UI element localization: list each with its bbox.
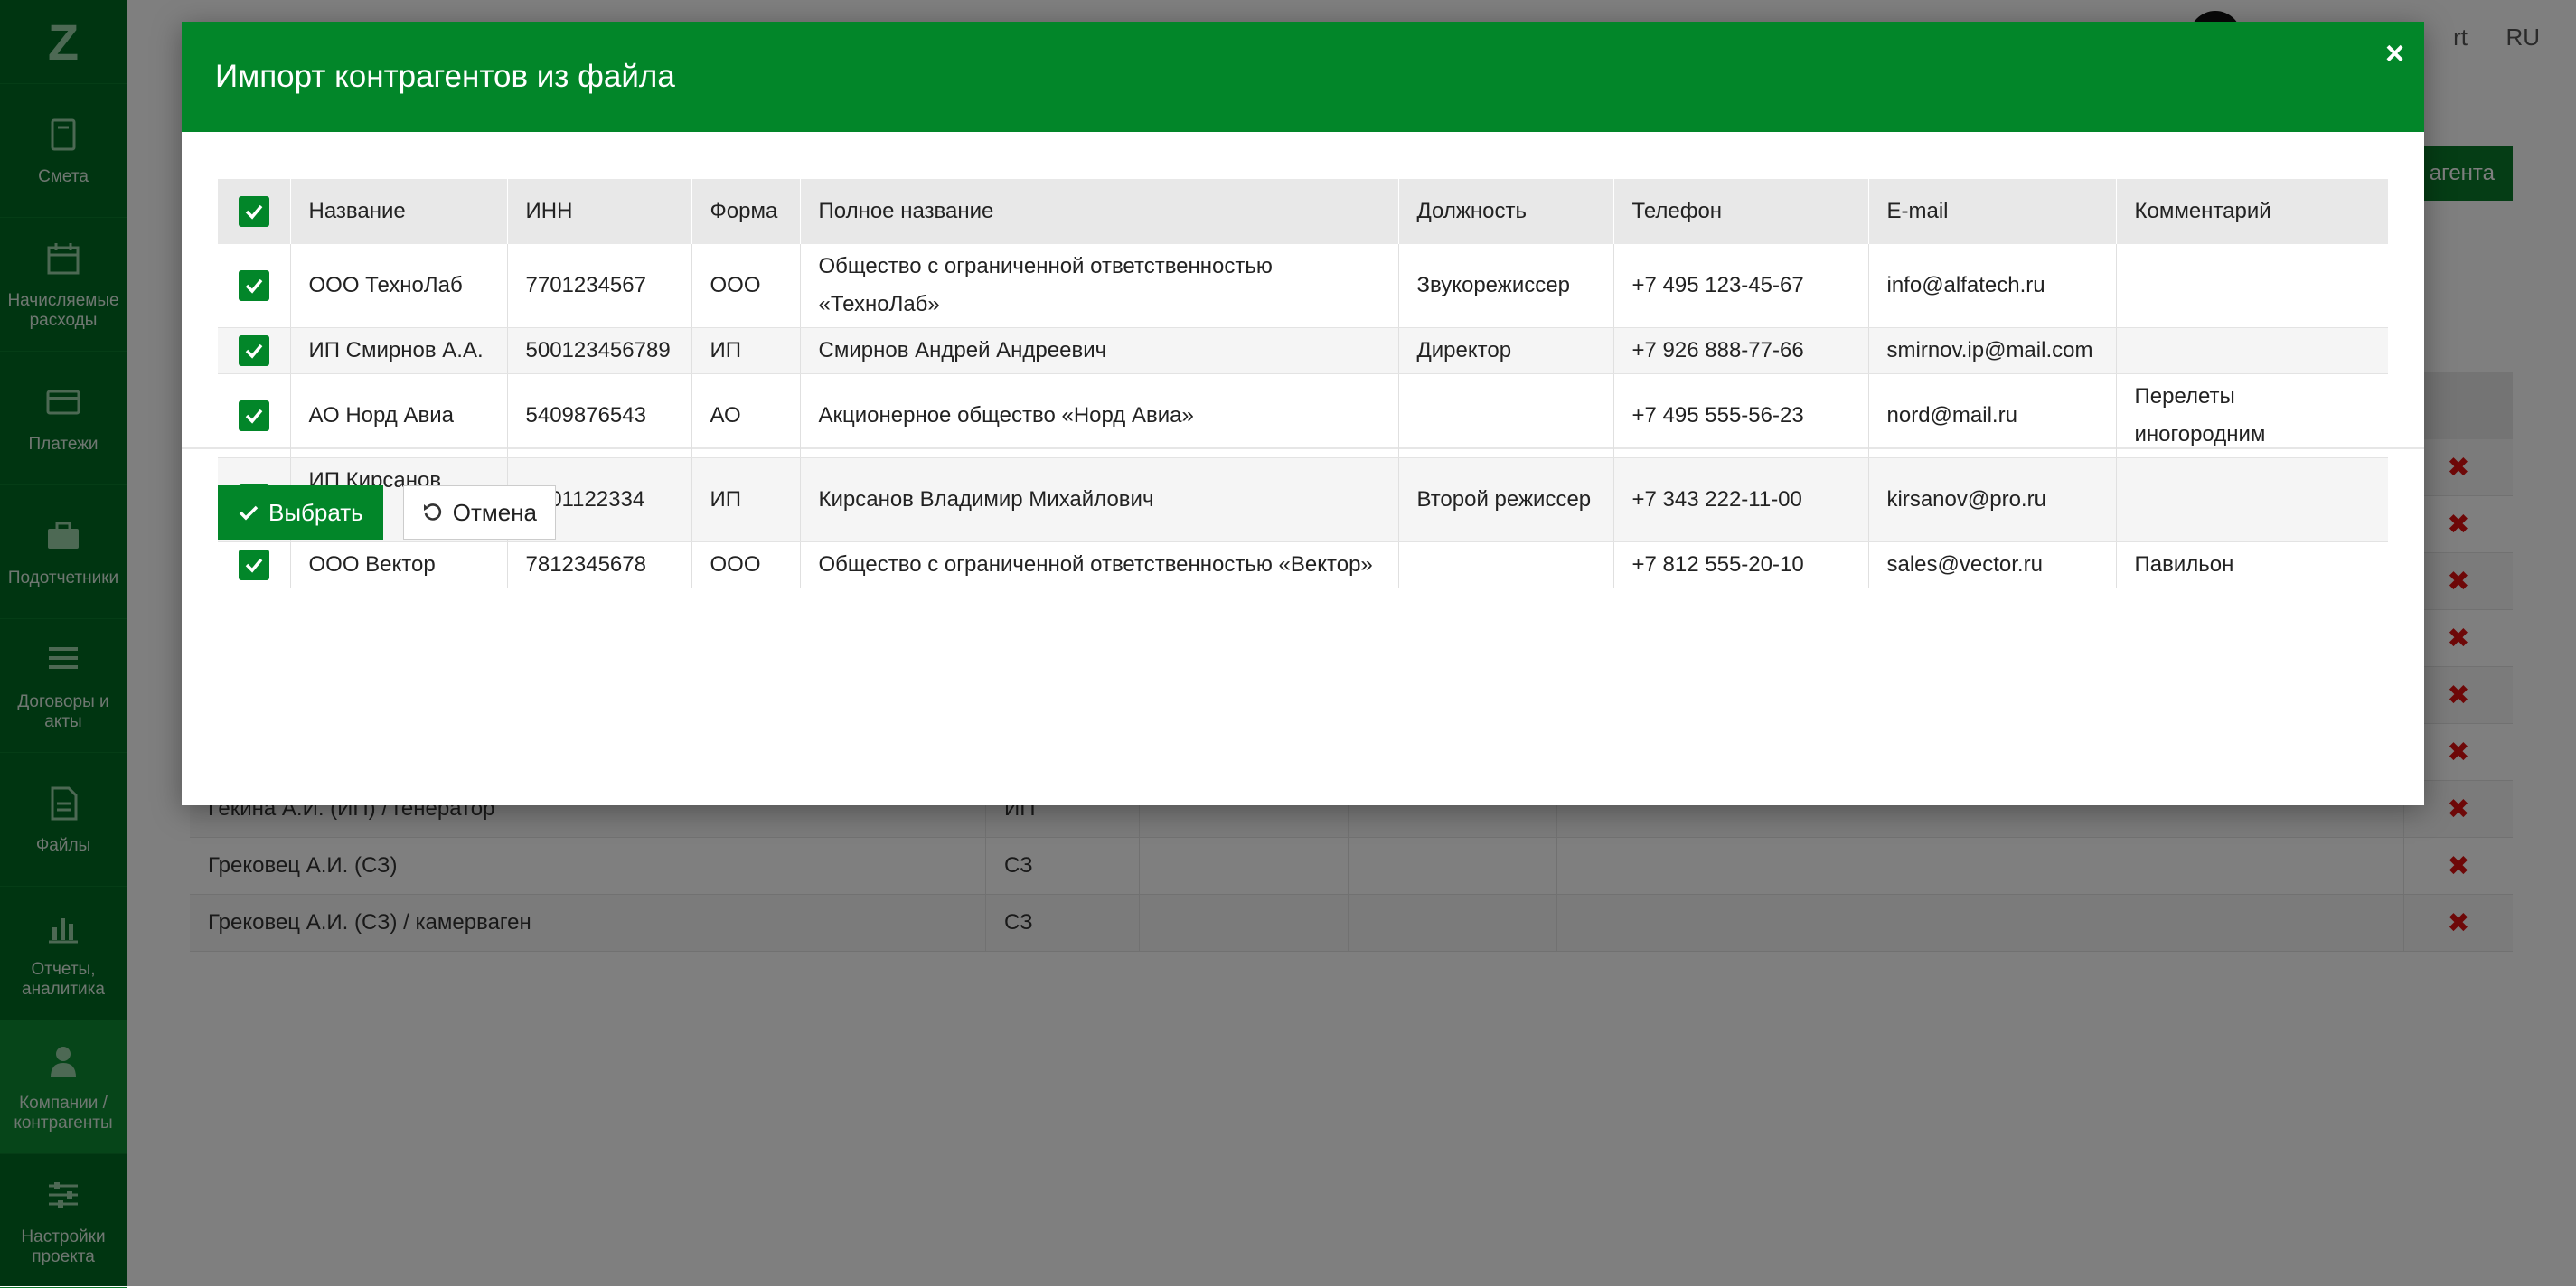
select-button[interactable]: Выбрать <box>218 485 383 540</box>
full-name-cell: Акционерное общество «Норд Авиа» <box>799 373 1398 458</box>
phone-cell: +7 495 555-56-23 <box>1612 373 1868 458</box>
email-cell: info@alfatech.ru <box>1867 244 2116 328</box>
row-checkbox[interactable] <box>238 335 269 366</box>
row-checkbox[interactable] <box>238 270 269 301</box>
table-row[interactable]: ИП Смирнов А.А. 500123456789 ИП Смирнов Анд… <box>218 327 2388 374</box>
modal-title: Импорт контрагентов из файла <box>215 59 675 94</box>
phone-cell: +7 926 888-77-66 <box>1612 327 1868 374</box>
undo-icon <box>423 503 441 521</box>
column-header[interactable]: ИНН <box>506 179 691 244</box>
full-name-cell: Смирнов Андрей Андреевич <box>799 327 1398 374</box>
inn-cell: 5409876543 <box>506 373 691 458</box>
company-name-cell: ИП Смирнов А.А. <box>289 327 507 374</box>
email-cell: smirnov.ip@mail.com <box>1867 327 2116 374</box>
check-icon <box>239 505 259 521</box>
select-all-cell <box>218 179 290 244</box>
position-cell: Звукорежиссер <box>1397 244 1613 328</box>
row-checkbox[interactable] <box>238 400 269 431</box>
close-icon[interactable]: × <box>2385 34 2404 72</box>
inn-cell: 500123456789 <box>506 327 691 374</box>
row-checkbox-cell <box>218 373 290 458</box>
column-header[interactable]: Должность <box>1397 179 1613 244</box>
column-header[interactable]: Полное название <box>799 179 1398 244</box>
cancel-button[interactable]: Отмена <box>402 485 557 540</box>
email-cell: nord@mail.ru <box>1867 373 2116 458</box>
modal-header: Импорт контрагентов из файла × <box>182 22 2424 132</box>
select-all-checkbox[interactable] <box>238 196 269 227</box>
position-cell: Директор <box>1397 327 1613 374</box>
comment-cell <box>2115 244 2388 328</box>
select-button-label: Выбрать <box>268 498 363 526</box>
check-icon <box>245 343 263 359</box>
full-name-cell: Общество с ограниченной ответственностью… <box>799 541 1398 588</box>
check-icon <box>245 278 263 294</box>
column-header[interactable]: Название <box>289 179 507 244</box>
column-header[interactable]: Телефон <box>1612 179 1868 244</box>
table-row[interactable]: ООО ТехноЛаб 7701234567 ООО Общество с огра… <box>218 244 2388 328</box>
cancel-button-label: Отмена <box>452 498 538 526</box>
company-name-cell: АО Норд Авиа <box>289 373 507 458</box>
row-checkbox-cell <box>218 244 290 328</box>
column-header[interactable]: E-mail <box>1867 179 2116 244</box>
phone-cell: +7 495 123-45-67 <box>1612 244 1868 328</box>
inn-cell: 7701234567 <box>506 244 691 328</box>
row-checkbox-cell <box>218 327 290 374</box>
comment-cell: Перелеты иногородним <box>2115 373 2388 458</box>
comment-cell <box>2115 327 2388 374</box>
full-name-cell: Общество с ограниченной ответственностью… <box>799 244 1398 328</box>
check-icon <box>245 558 263 573</box>
position-cell <box>1397 373 1613 458</box>
check-icon <box>245 409 263 424</box>
modal-body: Название ИНН Форма Полное название Должн… <box>182 132 2424 588</box>
form-cell: АО <box>691 373 800 458</box>
column-header[interactable]: Форма <box>691 179 800 244</box>
company-name-cell: ООО ТехноЛаб <box>289 244 507 328</box>
table-row[interactable]: АО Норд Авиа 5409876543 АО Акционерное обще… <box>218 373 2388 458</box>
table-header-row: Название ИНН Форма Полное название Должн… <box>218 179 2388 244</box>
form-cell: ИП <box>691 327 800 374</box>
check-icon <box>245 204 263 220</box>
column-header[interactable]: Комментарий <box>2115 179 2388 244</box>
form-cell: ООО <box>691 244 800 328</box>
import-modal: Импорт контрагентов из файла × Название … <box>182 22 2424 805</box>
